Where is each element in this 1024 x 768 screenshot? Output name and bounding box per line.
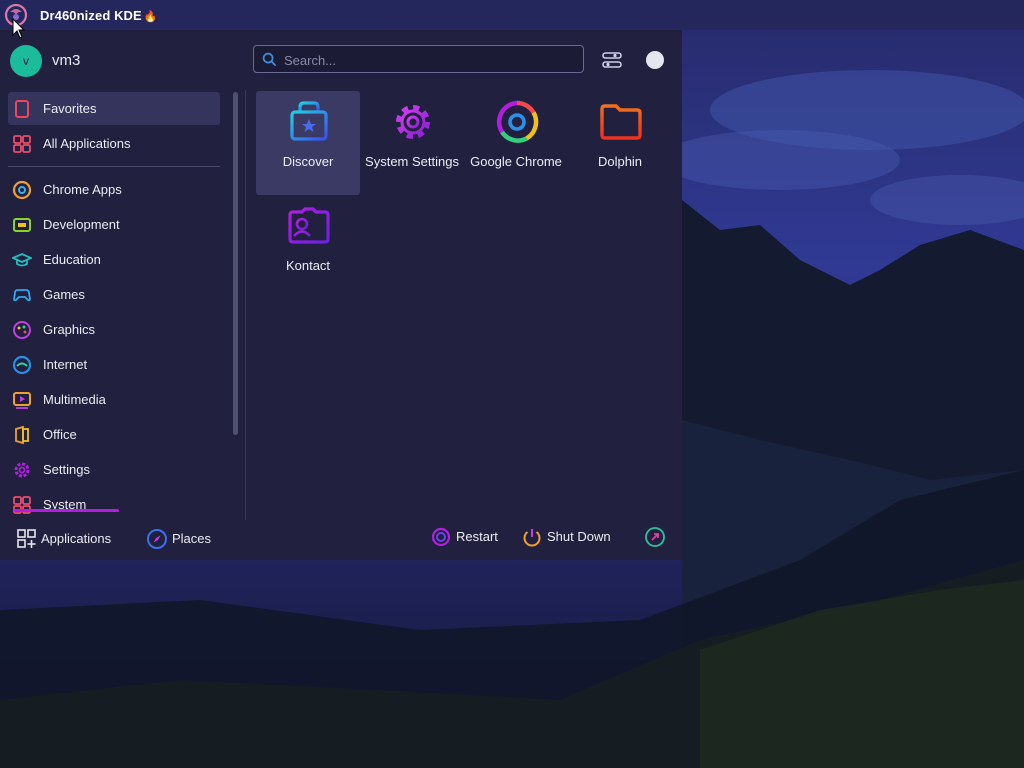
sidebar-item-education[interactable]: Education [8, 243, 220, 276]
panel-title-text: Dr460nized KDE [40, 8, 142, 23]
development-icon [13, 218, 31, 232]
sidebar-item-settings[interactable]: Settings [8, 453, 220, 486]
app-tile-dolphin[interactable]: Dolphin [568, 91, 672, 195]
applications-tab-label: Applications [41, 531, 112, 546]
avatar[interactable]: v [10, 45, 42, 77]
restart-label: Restart [456, 529, 498, 544]
sidebar-item-label: Settings [43, 462, 90, 477]
sidebar-item-label: Chrome Apps [43, 182, 122, 197]
sidebar-item-label: All Applications [43, 136, 131, 151]
content-divider [245, 90, 246, 520]
system-settings-icon [396, 105, 430, 139]
app-tile-kontact[interactable]: Kontact [256, 195, 360, 299]
sidebar-item-label: Multimedia [43, 392, 106, 407]
search-icon [262, 52, 276, 66]
sidebar-item-internet[interactable]: Internet [8, 348, 220, 381]
app-tile-system-settings[interactable]: System Settings [360, 91, 464, 195]
compass-icon [147, 529, 167, 549]
fire-icon: 🔥 [143, 11, 158, 23]
education-icon [12, 253, 32, 267]
restart-button[interactable]: Restart [430, 524, 502, 550]
internet-icon [12, 355, 32, 375]
category-sidebar: Favorites All Applications Chrome Apps D… [8, 92, 222, 517]
office-icon [15, 425, 29, 445]
sidebar-item-development[interactable]: Development [8, 208, 220, 241]
leave-icon [645, 527, 665, 547]
active-indicator [14, 509, 119, 512]
user-name: vm3 [52, 52, 81, 69]
applications-tab[interactable]: Applications [16, 526, 126, 552]
app-label: Google Chrome [470, 154, 562, 169]
top-panel: Dr460nized KDE 🔥 [0, 0, 1024, 30]
sidebar-item-label: Development [43, 217, 120, 232]
panel-title: Dr460nized KDE 🔥 [40, 8, 158, 23]
shutdown-label: Shut Down [547, 529, 611, 544]
shutdown-button[interactable]: Shut Down [521, 524, 617, 550]
application-launcher: v vm3 Favorites All Applic [0, 30, 682, 560]
pin-toggle-button[interactable] [646, 51, 664, 69]
settings-icon [14, 462, 30, 478]
configure-icon[interactable] [601, 50, 623, 70]
sidebar-item-system[interactable]: System [8, 488, 220, 521]
applications-grid-icon [17, 529, 36, 548]
sidebar-item-label: Favorites [43, 101, 97, 116]
gamepad-icon [13, 289, 31, 302]
sidebar-item-chrome-apps[interactable]: Chrome Apps [8, 173, 220, 206]
app-tile-google-chrome[interactable]: Google Chrome [464, 91, 568, 195]
mouse-cursor-icon [12, 18, 26, 39]
contact-card-icon [288, 207, 330, 244]
sidebar-item-office[interactable]: Office [8, 418, 220, 451]
places-tab[interactable]: Places [146, 526, 216, 552]
folder-icon [600, 104, 642, 140]
app-tile-discover[interactable]: Discover [256, 91, 360, 195]
sidebar-item-label: Graphics [43, 322, 96, 337]
sidebar-item-all-applications[interactable]: All Applications [8, 127, 220, 160]
app-label: System Settings [365, 154, 459, 169]
power-icon [523, 529, 541, 547]
grid-icon [13, 135, 31, 153]
sidebar-item-label: Games [43, 287, 85, 302]
app-label: Kontact [285, 258, 331, 273]
system-icon [13, 496, 31, 514]
sidebar-item-games[interactable]: Games [8, 278, 220, 311]
leave-button[interactable] [644, 524, 668, 550]
restart-icon [431, 527, 451, 547]
chrome-icon [12, 180, 32, 200]
sidebar-item-favorites[interactable]: Favorites [8, 92, 220, 125]
sidebar-item-multimedia[interactable]: Multimedia [8, 383, 220, 416]
sidebar-item-label: Internet [43, 357, 88, 372]
app-label: Dolphin [597, 154, 643, 169]
discover-icon [290, 101, 328, 141]
sidebar-divider [8, 166, 220, 167]
multimedia-icon [13, 392, 31, 409]
search-input[interactable] [282, 50, 576, 70]
sidebar-item-label: Education [43, 252, 101, 267]
app-label: Discover [282, 154, 334, 169]
chrome-icon [496, 100, 539, 143]
places-tab-label: Places [172, 531, 212, 546]
bookmark-icon [15, 100, 29, 118]
sidebar-item-label: Office [43, 427, 77, 442]
search-field[interactable] [253, 45, 584, 73]
sidebar-item-graphics[interactable]: Graphics [8, 313, 220, 346]
graphics-icon [13, 321, 31, 339]
sidebar-scrollbar[interactable] [233, 92, 238, 435]
